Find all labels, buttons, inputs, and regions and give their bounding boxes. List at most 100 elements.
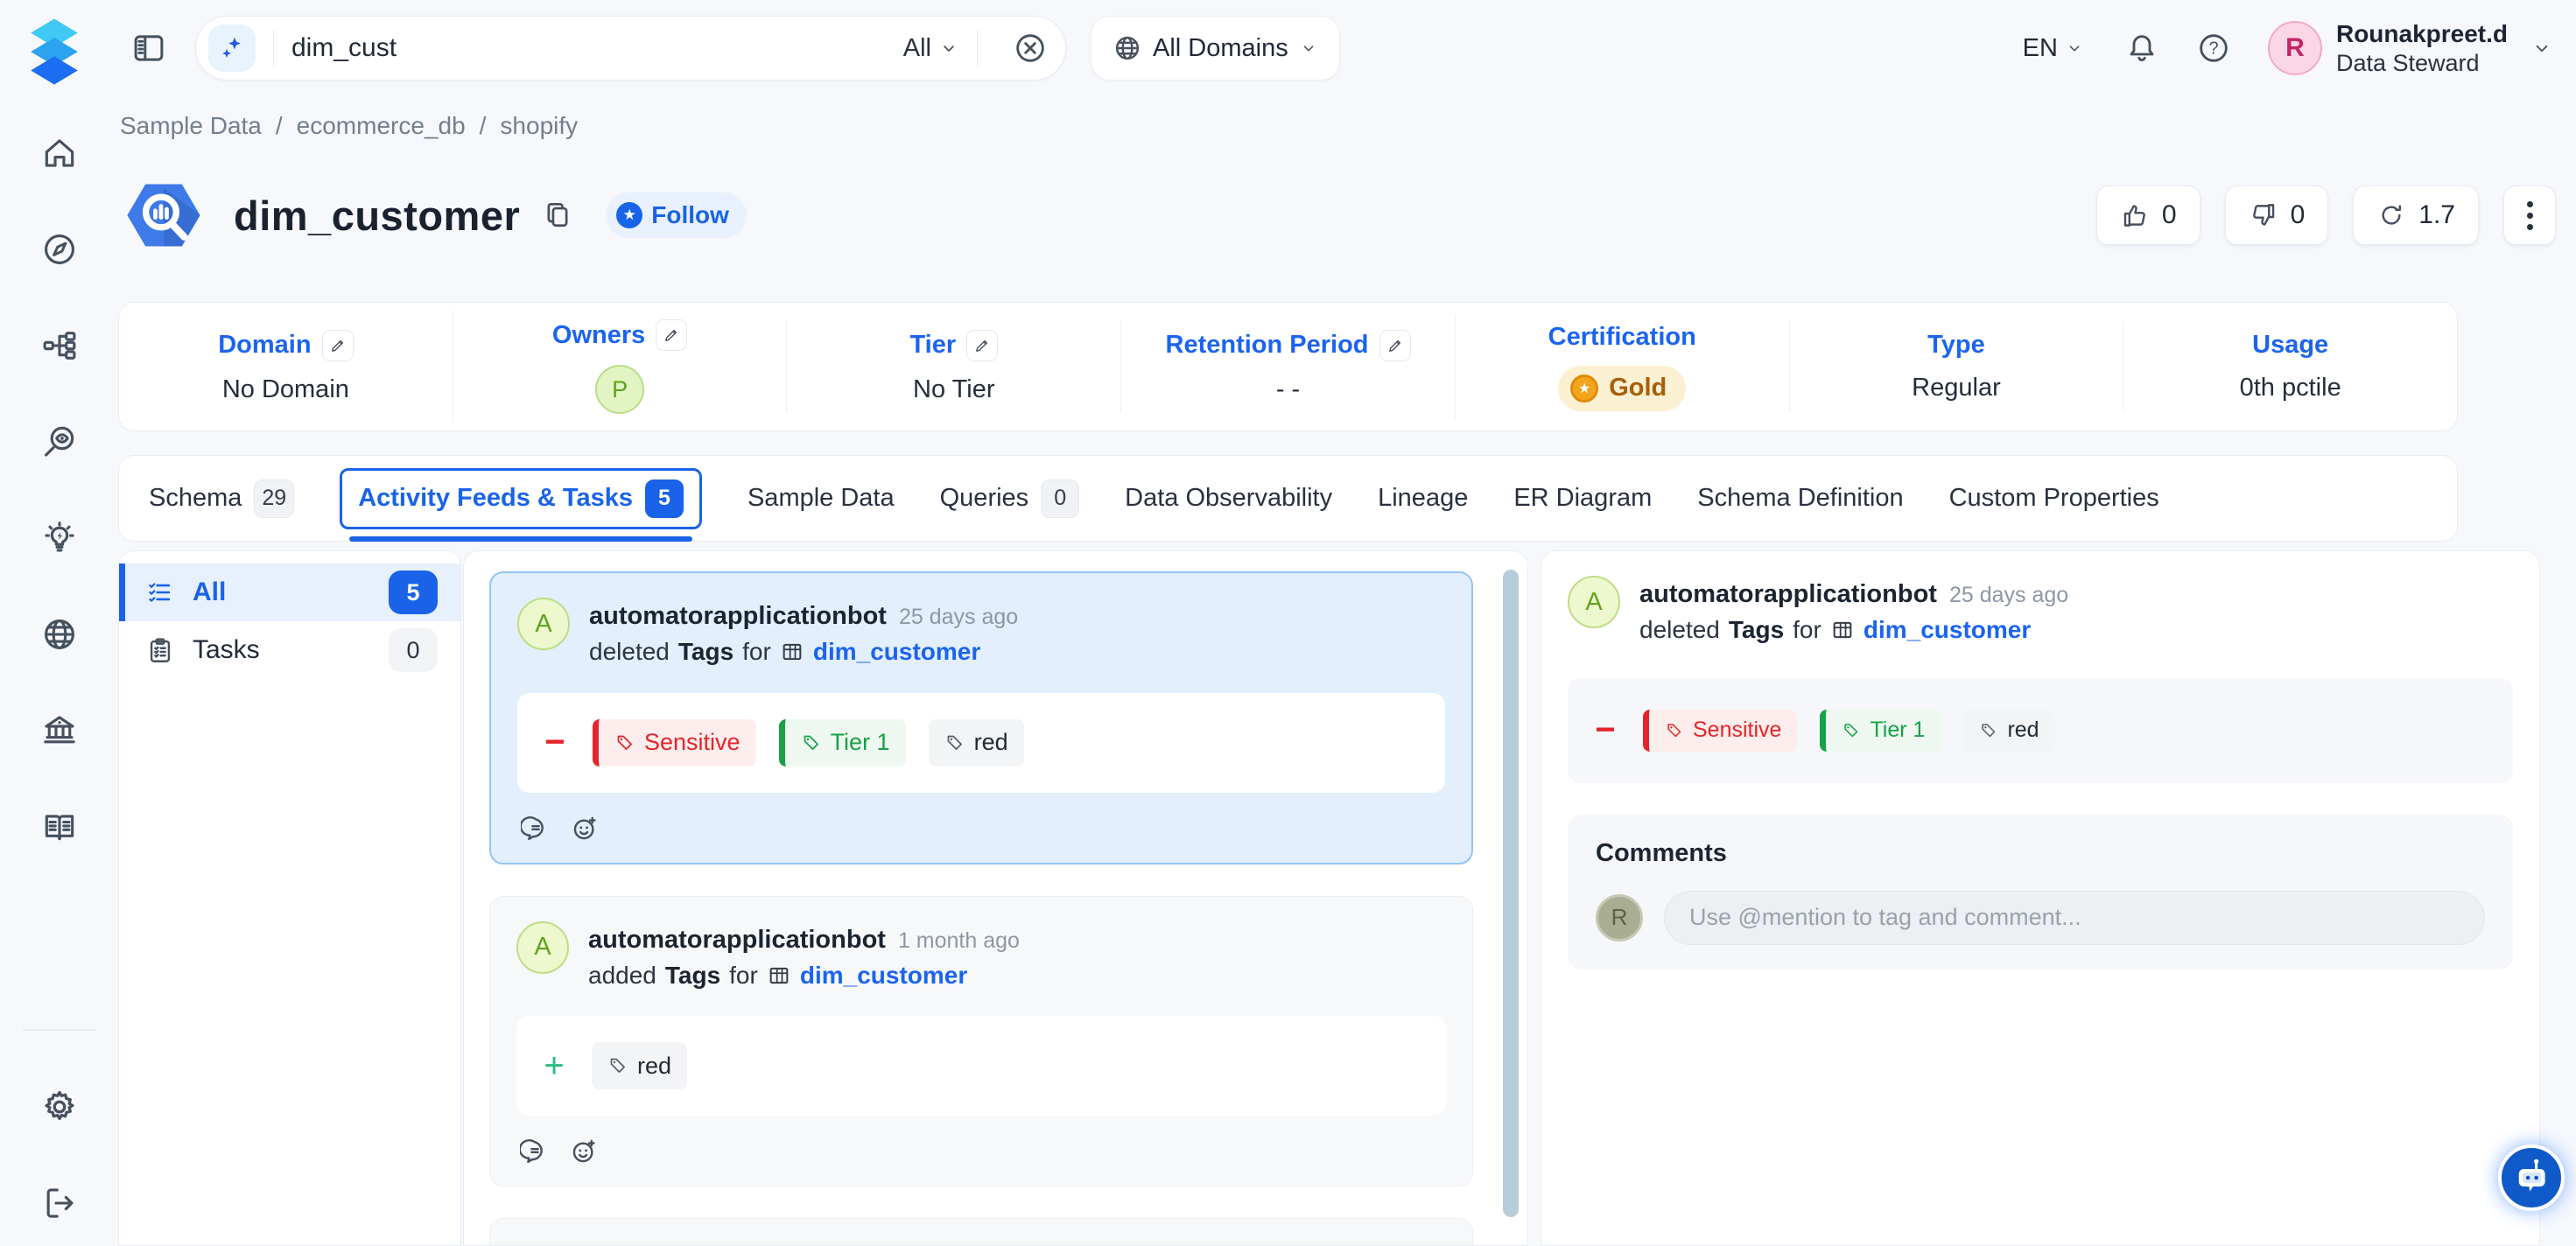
removed-op: − xyxy=(540,723,570,762)
entity-tabs: Schema 29 Activity Feeds & Tasks 5 Sampl… xyxy=(118,455,2458,542)
reaction-button[interactable] xyxy=(569,1137,599,1166)
feed-entity-link[interactable]: dim_customer xyxy=(800,958,967,994)
more-actions-button[interactable] xyxy=(2503,186,2556,245)
global-search-bar[interactable]: All xyxy=(195,16,1066,80)
feed-filter-all[interactable]: All 5 xyxy=(119,564,460,621)
reaction-button[interactable] xyxy=(570,814,600,844)
tab-queries[interactable]: Queries 0 xyxy=(940,480,1080,518)
pencil-icon xyxy=(663,326,680,344)
tab-label: Schema xyxy=(149,484,242,513)
search-divider-2 xyxy=(977,30,978,66)
sidebar-item-glossary[interactable] xyxy=(39,807,80,847)
feed-scrollbar-thumb[interactable] xyxy=(1503,570,1519,1217)
sidebar-item-lineage[interactable] xyxy=(39,326,80,366)
domain-filter-dropdown[interactable]: All Domains xyxy=(1091,16,1340,80)
thumbs-up-icon xyxy=(2120,200,2150,230)
sidebar-item-insights[interactable] xyxy=(39,518,80,558)
checklist-icon xyxy=(145,578,175,607)
comment-input[interactable] xyxy=(1664,891,2485,945)
bot-avatar: A xyxy=(517,598,570,650)
tab-data-observability[interactable]: Data Observability xyxy=(1125,484,1332,513)
sidebar-item-governance[interactable] xyxy=(39,710,80,751)
feed-entity-link[interactable]: dim_customer xyxy=(813,634,980,670)
feed-preposition: for xyxy=(729,958,758,994)
globe-icon xyxy=(1113,33,1142,63)
edit-domain-button[interactable] xyxy=(322,330,354,361)
comments-title: Comments xyxy=(1596,839,2485,868)
tag-label: Tier 1 xyxy=(831,729,890,756)
breadcrumb-item-service[interactable]: Sample Data xyxy=(120,112,262,140)
sidebar-item-home[interactable] xyxy=(39,133,80,173)
lineage-icon xyxy=(40,326,79,365)
upvote-button[interactable]: 0 xyxy=(2096,186,2200,245)
tag-icon xyxy=(614,732,635,753)
clipboard-icon xyxy=(145,635,175,665)
copy-name-button[interactable] xyxy=(541,199,574,232)
sidebar-item-logout[interactable] xyxy=(39,1183,80,1223)
tab-schema[interactable]: Schema 29 xyxy=(149,480,294,518)
feed-card-partial[interactable]: A xyxy=(489,1218,1473,1246)
search-input[interactable] xyxy=(291,33,903,63)
downvote-button[interactable]: 0 xyxy=(2225,186,2329,245)
tab-count: 5 xyxy=(645,480,684,518)
app-logo[interactable] xyxy=(12,9,96,89)
summary-label: Certification xyxy=(1548,323,1696,352)
breadcrumb-item-database[interactable]: ecommerce_db xyxy=(297,112,466,140)
sidebar-item-settings[interactable] xyxy=(39,1087,80,1127)
chevron-down-icon xyxy=(1299,38,1318,58)
home-icon xyxy=(40,134,79,172)
follow-button[interactable]: ★ Follow xyxy=(606,192,747,238)
feed-filter-tasks[interactable]: Tasks 0 xyxy=(119,621,460,679)
ai-search-chip[interactable] xyxy=(208,24,256,72)
chevron-down-icon xyxy=(2065,38,2084,58)
tab-label: ER Diagram xyxy=(1513,484,1652,513)
version-button[interactable]: 1.7 xyxy=(2353,186,2479,245)
feed-detail-panel: A automatorapplicationbot25 days ago del… xyxy=(1541,550,2540,1246)
user-role: Data Steward xyxy=(2336,49,2508,79)
user-menu-button[interactable] xyxy=(2530,37,2553,60)
search-scope-dropdown[interactable]: All xyxy=(903,34,959,63)
pencil-icon xyxy=(1386,337,1404,354)
tag-chip-tier1: Tier 1 xyxy=(1820,710,1941,752)
edit-retention-button[interactable] xyxy=(1379,330,1411,361)
feed-filter-label: All xyxy=(193,578,226,607)
language-dropdown[interactable]: EN xyxy=(2023,34,2084,63)
reply-button[interactable] xyxy=(521,814,551,844)
owner-avatar[interactable]: P xyxy=(595,365,644,414)
notifications-button[interactable] xyxy=(2124,31,2159,66)
edit-tier-button[interactable] xyxy=(966,330,998,361)
tab-activity-feeds[interactable]: Activity Feeds & Tasks 5 xyxy=(340,468,702,529)
breadcrumb-separator: / xyxy=(276,112,283,140)
bank-icon xyxy=(40,711,79,750)
breadcrumb-item-schema[interactable]: shopify xyxy=(500,112,578,140)
sidebar-item-explore[interactable] xyxy=(39,229,80,270)
commenter-initial: R xyxy=(1611,904,1628,931)
tab-er-diagram[interactable]: ER Diagram xyxy=(1513,484,1652,513)
edit-owners-button[interactable] xyxy=(656,319,687,351)
tag-label: red xyxy=(2007,718,2039,743)
svg-text:?: ? xyxy=(2208,39,2218,59)
help-button[interactable]: ? xyxy=(2196,31,2231,66)
tab-schema-definition[interactable]: Schema Definition xyxy=(1697,484,1903,513)
star-icon: ★ xyxy=(616,202,642,228)
chat-assistant-button[interactable] xyxy=(2498,1144,2565,1211)
page-title: dim_customer xyxy=(234,192,520,240)
tab-custom-properties[interactable]: Custom Properties xyxy=(1949,484,2159,513)
sidebar-toggle-button[interactable] xyxy=(129,28,169,68)
summary-owners: Owners P xyxy=(453,311,787,423)
user-avatar[interactable]: R xyxy=(2268,21,2322,75)
tab-sample-data[interactable]: Sample Data xyxy=(748,484,895,513)
sidebar-item-domains[interactable] xyxy=(39,614,80,654)
feed-card-added-tags[interactable]: A automatorapplicationbot1 month ago add… xyxy=(489,896,1473,1187)
tab-label: Custom Properties xyxy=(1949,484,2159,513)
search-clear-button[interactable] xyxy=(1013,31,1048,66)
tab-lineage[interactable]: Lineage xyxy=(1378,484,1468,513)
sidebar-item-observability[interactable] xyxy=(39,422,80,462)
reply-button[interactable] xyxy=(520,1137,550,1166)
detail-entity-link[interactable]: dim_customer xyxy=(1864,612,2031,648)
tag-icon xyxy=(801,732,822,753)
detail-field: Tags xyxy=(1729,612,1784,648)
feed-card-deleted-tags[interactable]: A automatorapplicationbot25 days ago del… xyxy=(489,571,1473,864)
summary-usage: Usage 0th pctile xyxy=(2123,322,2457,411)
breadcrumb-separator: / xyxy=(480,112,487,140)
